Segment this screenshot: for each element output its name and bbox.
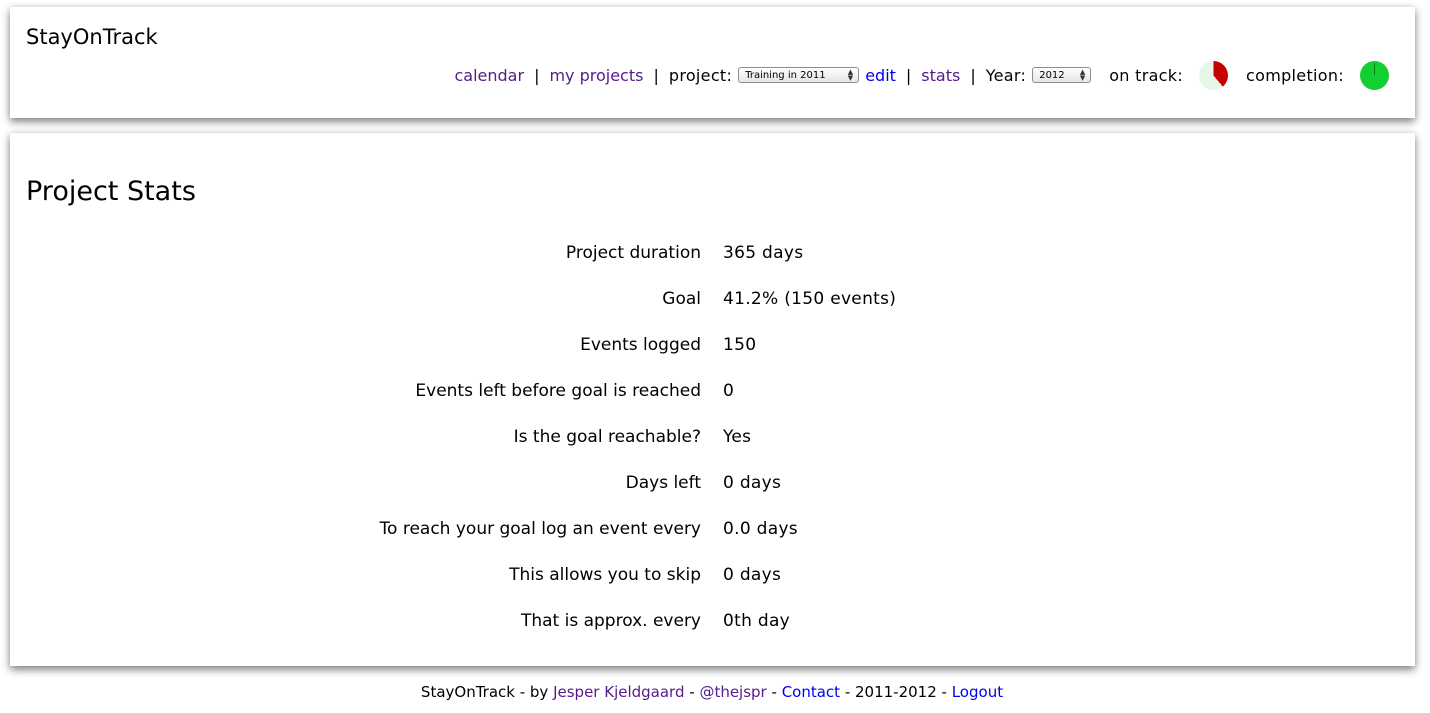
stat-label: Events left before goal is reached (415, 381, 701, 401)
stat-label: Is the goal reachable? (513, 427, 701, 447)
nav-separator: | (534, 65, 540, 85)
page-title: Project Stats (26, 176, 196, 207)
stat-value: 365 days (723, 243, 804, 263)
year-select[interactable]: 2012 ▲ ▼ (1032, 67, 1092, 83)
footer-years: - 2011-2012 - (840, 683, 952, 701)
stat-label: Goal (662, 289, 701, 309)
stat-row: To reach your goal log an event every 0.… (10, 519, 1415, 565)
nav-stats-link[interactable]: stats (921, 66, 960, 85)
stat-label: This allows you to skip (509, 565, 701, 585)
nav-separator: | (905, 65, 912, 85)
nav-my-projects-link[interactable]: my projects (549, 66, 643, 85)
stat-value: 0th day (723, 611, 791, 631)
nav-separator: | (653, 65, 659, 85)
footer-prefix: StayOnTrack - by (420, 683, 554, 701)
stat-row: Events logged 150 (10, 335, 1415, 381)
stat-row: Events left before goal is reached 0 (10, 381, 1415, 427)
footer-twitter-link[interactable]: @thejspr (699, 683, 766, 701)
completion-pie-icon (1360, 60, 1389, 90)
footer-dash: - (684, 683, 700, 701)
main-panel: Project Stats Project duration 365 days … (10, 133, 1415, 666)
top-nav: calendar | my projects | project: Traini… (454, 60, 1389, 90)
project-label: project: (668, 65, 733, 85)
app-title: StayOnTrack (26, 25, 158, 49)
footer-author-link[interactable]: Jesper Kjeldgaard (553, 683, 684, 701)
stat-row: Goal 41.2% (150 events) (10, 289, 1415, 335)
nav-edit-link[interactable]: edit (865, 66, 896, 85)
on-track-pie-icon (1199, 60, 1229, 90)
footer-dash: - (766, 683, 782, 701)
stat-row: Is the goal reachable? Yes (10, 427, 1415, 473)
stat-value: 0 days (723, 473, 782, 493)
select-arrows-icon: ▲ ▼ (1079, 68, 1086, 82)
header-panel: StayOnTrack calendar | my projects | pro… (10, 7, 1415, 118)
stat-label: Project duration (565, 243, 701, 263)
stat-value: 41.2% (150 events) (723, 289, 897, 309)
stat-label: That is approx. every (520, 611, 701, 631)
project-select-value: Training in 2011 (745, 69, 826, 81)
stat-value: Yes (723, 427, 752, 447)
select-arrows-icon: ▲ ▼ (847, 68, 854, 82)
stats-table: Project duration 365 days Goal 41.2% (15… (10, 243, 1415, 657)
footer-logout-link[interactable]: Logout (952, 683, 1003, 701)
project-select[interactable]: Training in 2011 ▲ ▼ (738, 67, 860, 83)
stat-row: Project duration 365 days (10, 243, 1415, 289)
stat-value: 0.0 days (723, 519, 798, 539)
stat-value: 150 (723, 335, 757, 355)
stat-row: This allows you to skip 0 days (10, 565, 1415, 611)
stat-label: Events logged (580, 335, 701, 355)
stat-label: Days left (625, 473, 701, 493)
year-select-value: 2012 (1039, 69, 1065, 81)
nav-separator: | (970, 65, 976, 85)
stat-row: Days left 0 days (10, 473, 1415, 519)
footer-contact-link[interactable]: Contact (782, 683, 840, 701)
completion-label: completion: (1246, 65, 1344, 85)
footer: StayOnTrack - by Jesper Kjeldgaard - @th… (0, 683, 1424, 701)
stat-row: That is approx. every 0th day (10, 611, 1415, 657)
on-track-label: on track: (1109, 65, 1184, 85)
nav-calendar-link[interactable]: calendar (454, 66, 524, 85)
stat-label: To reach your goal log an event every (379, 519, 701, 539)
stat-value: 0 (723, 381, 735, 401)
stat-value: 0 days (723, 565, 782, 585)
year-label: Year: (985, 65, 1027, 85)
